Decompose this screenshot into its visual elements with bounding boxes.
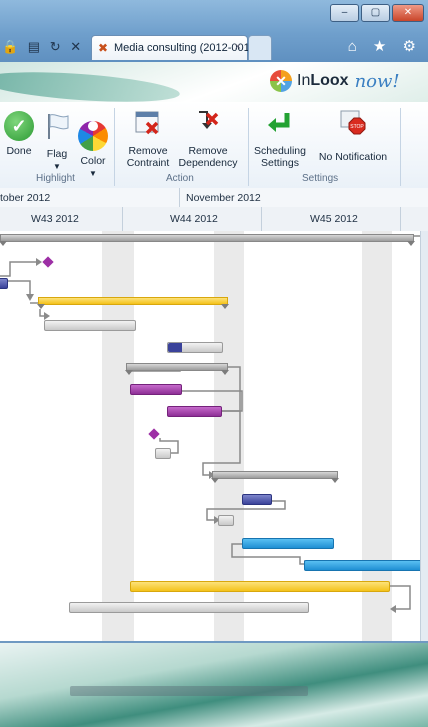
- summary-task-bar[interactable]: [37, 297, 229, 309]
- maximize-button[interactable]: ▢: [361, 4, 390, 22]
- chevron-down-icon[interactable]: ▼: [77, 168, 109, 180]
- month-label: tober 2012: [0, 192, 51, 204]
- month-header: tober 2012 November 2012: [0, 188, 428, 208]
- task-bar[interactable]: [44, 320, 136, 331]
- header-divider: [122, 207, 123, 231]
- header-divider: [400, 207, 401, 231]
- flag-icon: [48, 114, 69, 139]
- task-progress: [168, 343, 182, 352]
- task-bar[interactable]: [0, 278, 8, 289]
- minimize-button[interactable]: –: [330, 4, 359, 22]
- scheduling-settings-button[interactable]: Scheduling Settings: [252, 108, 308, 169]
- remove-dependency-button[interactable]: Remove Dependency: [177, 108, 239, 169]
- group-divider: [248, 108, 249, 186]
- svg-text:STOP: STOP: [350, 124, 364, 130]
- group-action: Action: [166, 173, 194, 184]
- flag-button[interactable]: Flag ▼: [41, 111, 73, 173]
- header-divider: [261, 207, 262, 231]
- banner-swoosh: [0, 67, 181, 107]
- footer-decoration: [0, 641, 428, 727]
- browser-tab[interactable]: ✖ Media consulting (2012-0010 ×: [91, 35, 256, 60]
- tab-close-icon[interactable]: ×: [235, 41, 241, 53]
- task-bar[interactable]: [167, 342, 223, 353]
- stop-sign-icon: STOP: [340, 110, 366, 135]
- week-label: W45 2012: [310, 213, 358, 225]
- browser-chrome: – ▢ ✕ 🔒 ▤ ↻ ✕ ✖ Media consulting (2012-0…: [0, 0, 428, 62]
- inloox-logo-icon: ✕: [270, 70, 292, 92]
- task-bar[interactable]: [242, 494, 272, 505]
- task-bar[interactable]: [130, 384, 182, 395]
- address-row: 🔒 ▤ ↻ ✕ ✖ Media consulting (2012-0010 × …: [0, 30, 428, 60]
- address-bar-icons[interactable]: 🔒 ▤ ↻ ✕: [2, 39, 84, 55]
- chevron-down-icon[interactable]: ▼: [41, 161, 73, 173]
- browser-toolbar-icons[interactable]: ⌂ ★ ⚙: [348, 37, 422, 55]
- close-window-button[interactable]: ✕: [392, 4, 424, 22]
- dependency-lines: [0, 235, 420, 613]
- group-divider: [400, 108, 401, 186]
- no-notification-button[interactable]: STOP No Notification: [312, 108, 394, 163]
- week-header: W43 2012 W44 2012 W45 2012: [0, 207, 428, 232]
- gantt-chart[interactable]: [0, 231, 420, 641]
- logo-wordmark: InLoox: [297, 72, 349, 89]
- color-wheel-icon: [78, 121, 108, 151]
- task-bar[interactable]: [242, 538, 334, 549]
- month-label: November 2012: [186, 192, 261, 204]
- header-divider: [179, 188, 180, 207]
- color-button[interactable]: Color ▼: [77, 111, 109, 180]
- project-summary-bar[interactable]: [0, 234, 415, 246]
- task-bar[interactable]: [167, 406, 222, 417]
- done-button[interactable]: ✓ Done: [3, 111, 35, 157]
- remove-constraint-icon: [135, 111, 159, 135]
- group-highlight: Highlight: [36, 173, 75, 184]
- task-bar[interactable]: [304, 560, 420, 571]
- ribbon-toolbar: ✓ Done Flag ▼ Color ▼ Highlight Remove Cont…: [0, 102, 428, 189]
- group-divider: [114, 108, 115, 186]
- task-bar[interactable]: [155, 448, 171, 459]
- brand-banner: ✕ InLoox now!: [0, 62, 428, 107]
- group-settings: Settings: [302, 173, 339, 184]
- week-label: W43 2012: [31, 213, 79, 225]
- new-tab-button[interactable]: [248, 35, 272, 60]
- summary-task-bar[interactable]: [125, 363, 229, 375]
- logo-now: now!: [354, 70, 400, 92]
- inloox-logo: ✕ InLoox now!: [270, 70, 400, 92]
- summary-task-bar[interactable]: [211, 471, 339, 483]
- window-controls: – ▢ ✕: [330, 4, 424, 22]
- scheduling-arrow-icon: [268, 113, 290, 132]
- footer-reflection: [70, 686, 308, 696]
- inloox-tab-icon: ✖: [98, 41, 109, 55]
- remove-contraint-button[interactable]: Remove Contraint: [122, 108, 174, 169]
- task-bar[interactable]: [218, 515, 234, 526]
- task-bar[interactable]: [130, 581, 390, 592]
- remove-dependency-icon: [199, 111, 219, 129]
- task-bar[interactable]: [69, 602, 309, 613]
- vertical-scrollbar[interactable]: [420, 231, 428, 641]
- checkmark-icon: ✓: [4, 111, 34, 141]
- week-label: W44 2012: [170, 213, 218, 225]
